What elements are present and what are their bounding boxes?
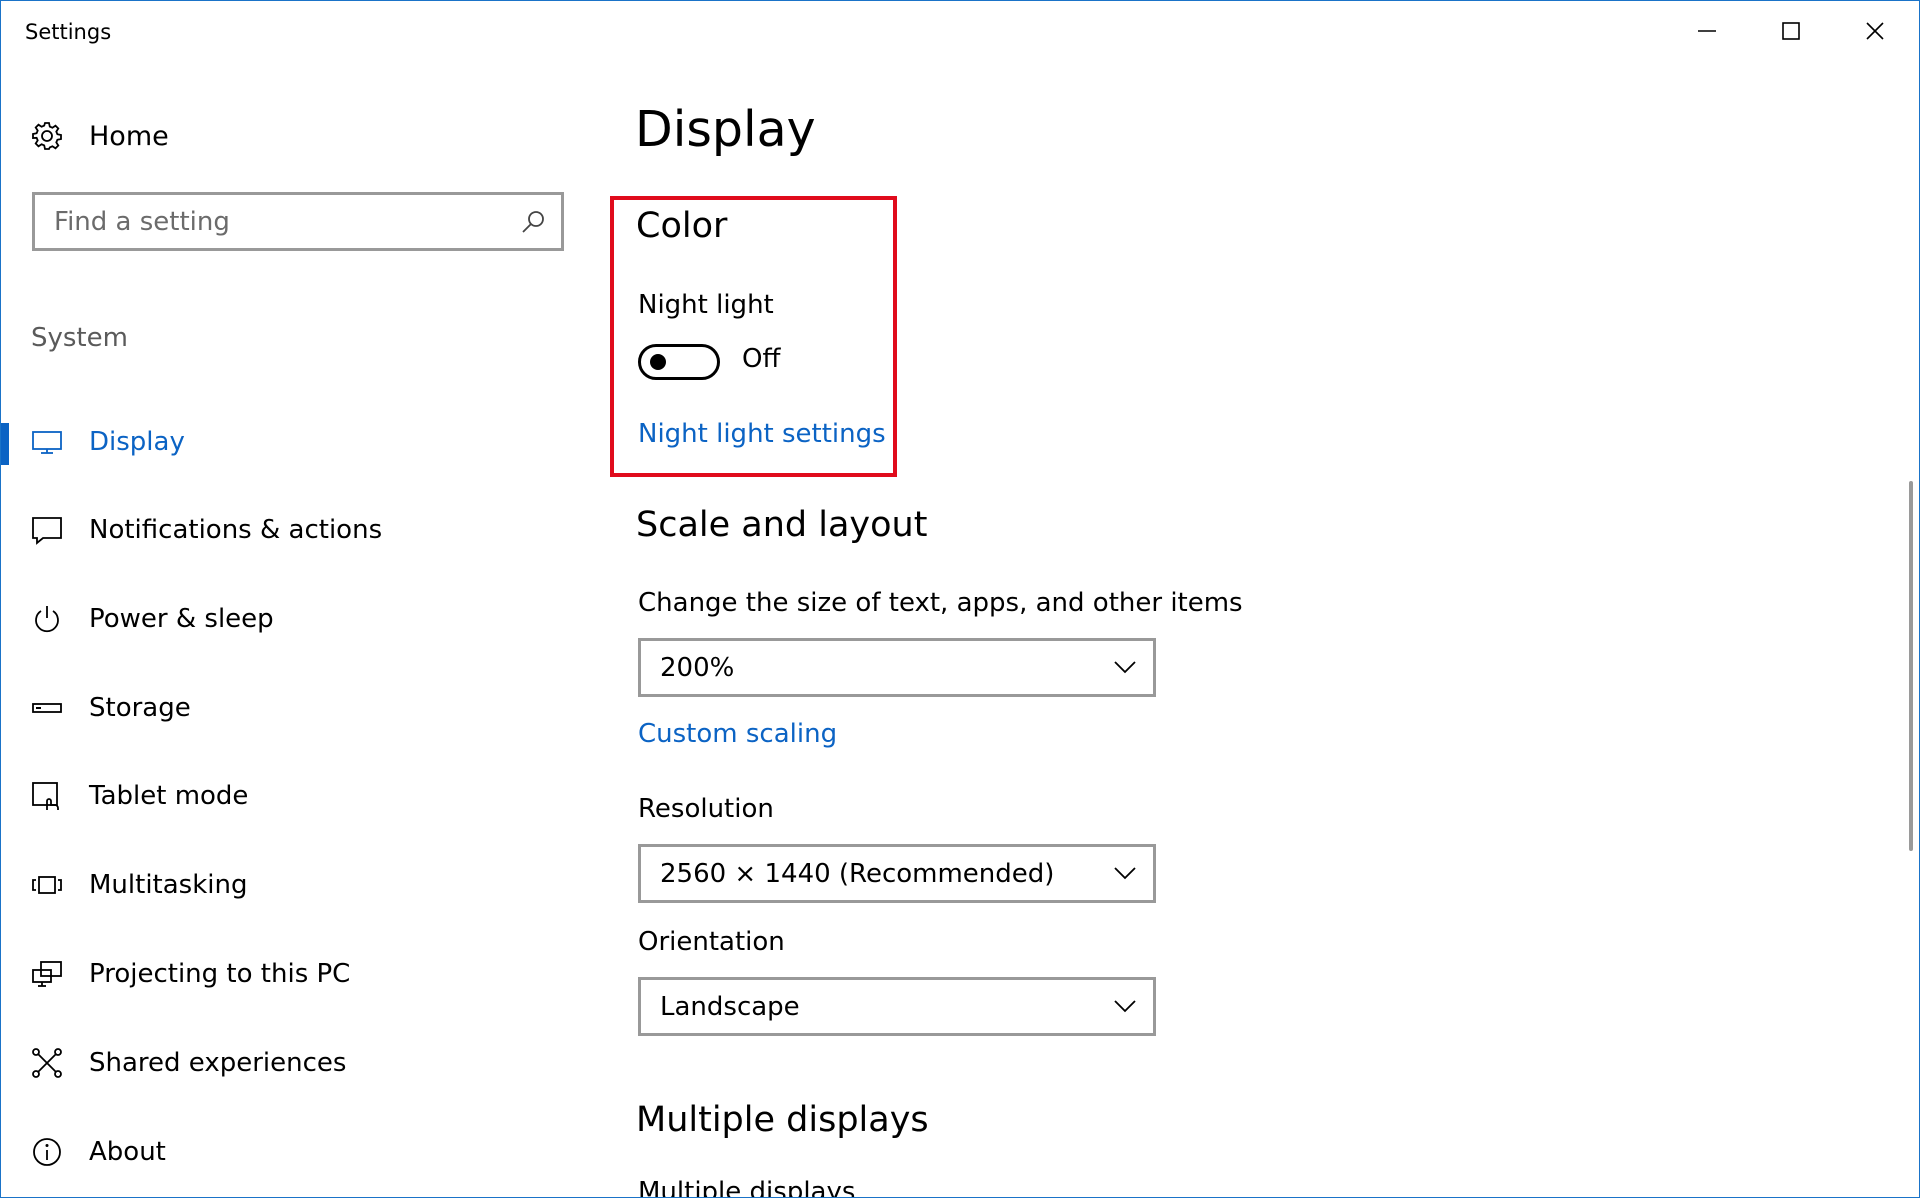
storage-icon [32,703,62,713]
sidebar-item-label: Notifications & actions [89,515,383,545]
sidebar-item-label: About [89,1137,166,1167]
home-nav-item[interactable]: Home [31,115,169,157]
search-icon[interactable] [521,209,547,235]
info-icon [33,1138,61,1166]
search-input[interactable] [35,196,495,247]
orientation-label: Orientation [638,927,785,957]
scrollbar-thumb[interactable] [1909,481,1913,851]
sidebar-item-label: Tablet mode [89,781,249,811]
sidebar-item-multitasking[interactable]: Multitasking [1,854,591,916]
night-light-state: Off [742,344,781,374]
size-label: Change the size of text, apps, and other… [638,588,1243,618]
sidebar: Home System Display [1,61,591,1197]
power-icon [35,606,59,633]
chevron-down-icon [1114,1000,1136,1013]
sidebar-item-tablet-mode[interactable]: Tablet mode [1,765,591,827]
section-label-system: System [31,323,128,353]
home-label: Home [89,120,169,152]
multitasking-icon [32,876,62,894]
maximize-button[interactable] [1749,1,1833,61]
page-title: Display [635,101,816,158]
night-light-label: Night light [638,290,774,320]
active-indicator [1,423,9,465]
orientation-value: Landscape [660,992,800,1022]
gear-icon [32,122,62,150]
sidebar-item-display[interactable]: Display [1,411,591,473]
orientation-dropdown[interactable]: Landscape [638,977,1156,1036]
sidebar-item-storage[interactable]: Storage [1,677,591,739]
scale-layout-heading: Scale and layout [636,505,928,545]
sidebar-item-projecting[interactable]: Projecting to this PC [1,943,591,1005]
multiple-displays-label: Multiple displays [638,1177,856,1198]
window-title: Settings [25,20,112,44]
main-content: Display Color Night light Off Night ligh… [591,61,1901,1198]
multiple-displays-heading: Multiple displays [636,1100,929,1140]
sidebar-item-label: Shared experiences [89,1048,347,1078]
toggle-knob [650,354,666,370]
night-light-settings-link[interactable]: Night light settings [638,419,886,449]
resolution-label: Resolution [638,794,774,824]
search-box [32,192,564,251]
close-icon [1866,22,1884,40]
scale-dropdown[interactable]: 200% [638,638,1156,697]
color-heading: Color [636,206,728,246]
night-light-toggle[interactable] [638,344,720,380]
sidebar-item-shared-experiences[interactable]: Shared experiences [1,1032,591,1094]
sidebar-item-power-sleep[interactable]: Power & sleep [1,588,591,650]
sidebar-item-about[interactable]: About [1,1121,591,1183]
settings-window: Settings Home Find a setting System Disp… [0,0,1920,1198]
notification-icon [32,517,62,545]
monitor-icon [32,431,62,454]
resolution-value: 2560 × 1440 (Recommended) [660,859,1055,889]
sidebar-item-label: Projecting to this PC [89,959,351,989]
close-button[interactable] [1833,1,1917,61]
chevron-down-icon [1114,867,1136,880]
maximize-icon [1782,22,1800,40]
chevron-down-icon [1114,661,1136,674]
sidebar-item-label: Storage [89,693,191,723]
minimize-icon [1698,30,1716,32]
scale-value: 200% [660,653,735,683]
projecting-icon [32,961,62,987]
minimize-button[interactable] [1665,1,1749,61]
shared-experiences-icon [32,1048,62,1078]
tablet-mode-icon [32,782,59,810]
custom-scaling-link[interactable]: Custom scaling [638,719,837,749]
title-bar: Settings [1,1,1919,61]
resolution-dropdown[interactable]: 2560 × 1440 (Recommended) [638,844,1156,903]
sidebar-item-label: Display [89,427,185,457]
sidebar-item-notifications[interactable]: Notifications & actions [1,499,591,561]
sidebar-item-label: Power & sleep [89,604,274,634]
sidebar-item-label: Multitasking [89,870,248,900]
